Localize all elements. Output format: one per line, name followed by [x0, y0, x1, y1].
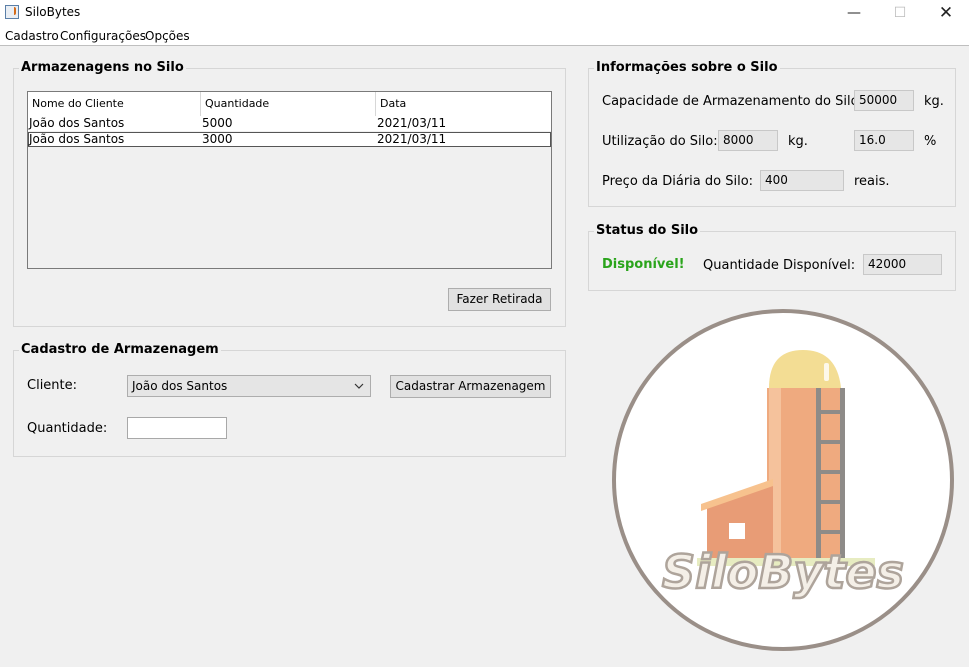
- column-header-client[interactable]: Nome do Cliente: [28, 92, 201, 116]
- capacity-field[interactable]: 50000: [854, 90, 914, 111]
- table-row[interactable]: João dos Santos 5000 2021/03/11: [28, 116, 551, 131]
- cell-quantity: 5000: [202, 116, 233, 130]
- usage-unit: kg.: [788, 134, 808, 149]
- menu-opcoes[interactable]: Opções: [145, 29, 190, 43]
- minimize-button[interactable]: —: [831, 0, 877, 26]
- menu-bar: Cadastro Configurações Opções: [0, 26, 969, 46]
- close-button[interactable]: ✕: [923, 0, 969, 26]
- usage-field[interactable]: 8000: [718, 130, 778, 151]
- quantity-label: Quantidade:: [27, 421, 108, 436]
- register-panel: Cadastro de Armazenagem: [13, 342, 566, 457]
- available-quantity-field[interactable]: 42000: [863, 254, 942, 275]
- storage-panel-title: Armazenagens no Silo: [19, 60, 186, 76]
- capacity-label: Capacidade de Armazenamento do Silo:: [602, 94, 863, 109]
- register-storage-button[interactable]: Cadastrar Armazenagem: [390, 375, 551, 398]
- cell-date: 2021/03/11: [377, 132, 447, 146]
- quantity-input[interactable]: [127, 417, 227, 439]
- title-bar: SiloBytes — ☐ ✕: [0, 0, 969, 26]
- menu-cadastro[interactable]: Cadastro: [5, 29, 59, 43]
- cell-date: 2021/03/11: [377, 116, 447, 130]
- storage-table[interactable]: Nome do Cliente Quantidade Data João dos…: [27, 91, 552, 269]
- status-panel-title: Status do Silo: [594, 223, 701, 239]
- silobytes-logo: SiloBytes: [612, 309, 954, 651]
- usage-percent-field[interactable]: 16.0: [854, 130, 914, 151]
- cell-client: João dos Santos: [29, 116, 125, 130]
- info-panel-title: Informações sobre o Silo: [594, 60, 780, 76]
- logo-text: SiloBytes: [662, 545, 904, 599]
- price-label: Preço da Diária do Silo:: [602, 174, 754, 189]
- withdraw-button[interactable]: Fazer Retirada: [448, 288, 551, 311]
- register-panel-title: Cadastro de Armazenagem: [19, 342, 221, 358]
- column-header-quantity[interactable]: Quantidade: [201, 92, 376, 116]
- usage-label: Utilização do Silo:: [602, 134, 718, 149]
- available-quantity-label: Quantidade Disponível:: [703, 258, 856, 273]
- cell-quantity: 3000: [202, 132, 233, 146]
- price-unit: reais.: [854, 174, 890, 189]
- cell-client: João dos Santos: [29, 132, 125, 146]
- client-select-value: João dos Santos: [132, 379, 228, 393]
- price-field[interactable]: 400: [760, 170, 844, 191]
- column-header-date[interactable]: Data: [376, 92, 551, 116]
- menu-configuracoes[interactable]: Configurações: [60, 29, 146, 43]
- java-app-icon: [5, 5, 19, 19]
- chevron-down-icon: [354, 383, 364, 389]
- client-select[interactable]: João dos Santos: [127, 375, 371, 397]
- capacity-unit: kg.: [924, 94, 944, 109]
- maximize-button[interactable]: ☐: [877, 0, 923, 26]
- client-label: Cliente:: [27, 378, 78, 393]
- table-header: Nome do Cliente Quantidade Data: [28, 92, 551, 117]
- percent-sign: %: [924, 134, 937, 149]
- table-row[interactable]: João dos Santos 3000 2021/03/11: [28, 132, 551, 147]
- window-title: SiloBytes: [25, 5, 81, 19]
- status-text: Disponível!: [602, 257, 685, 272]
